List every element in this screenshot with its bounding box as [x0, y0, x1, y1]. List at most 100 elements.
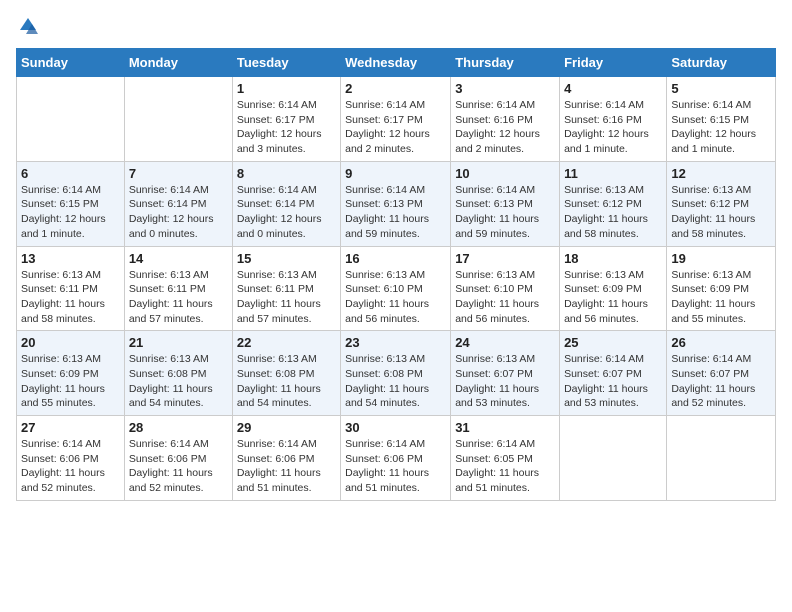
- day-info: Sunrise: 6:13 AM Sunset: 6:09 PM Dayligh…: [564, 268, 662, 327]
- calendar-cell: 28Sunrise: 6:14 AM Sunset: 6:06 PM Dayli…: [124, 416, 232, 501]
- calendar-cell: 27Sunrise: 6:14 AM Sunset: 6:06 PM Dayli…: [17, 416, 125, 501]
- day-number: 22: [237, 335, 336, 350]
- day-number: 24: [455, 335, 555, 350]
- day-number: 4: [564, 81, 662, 96]
- day-info: Sunrise: 6:13 AM Sunset: 6:08 PM Dayligh…: [237, 352, 336, 411]
- calendar-cell: 11 Sunrise: 6:13 AM Sunset: 6:12 PM Dayli…: [560, 161, 667, 246]
- day-info: Sunrise: 6:14 AM Sunset: 6:17 PM Dayligh…: [345, 98, 446, 157]
- day-number: 13: [21, 251, 120, 266]
- day-number: 31: [455, 420, 555, 435]
- day-number: 11: [564, 166, 662, 181]
- day-of-week-header: Monday: [124, 49, 232, 77]
- calendar-cell: 3 Sunrise: 6:14 AM Sunset: 6:16 PM Daylig…: [451, 77, 560, 162]
- day-number: 17: [455, 251, 555, 266]
- day-number: 25: [564, 335, 662, 350]
- day-info: Sunrise: 6:13 AM Sunset: 6:08 PM Dayligh…: [345, 352, 446, 411]
- day-info: Sunrise: 6:14 AM Sunset: 6:06 PM Dayligh…: [345, 437, 446, 496]
- day-number: 2: [345, 81, 446, 96]
- day-of-week-header: Tuesday: [232, 49, 340, 77]
- day-info: Sunrise: 6:14 AM Sunset: 6:14 PM Dayligh…: [129, 183, 228, 242]
- logo-icon: [18, 16, 38, 36]
- day-number: 15: [237, 251, 336, 266]
- day-number: 18: [564, 251, 662, 266]
- day-info: Sunrise: 6:14 AM Sunset: 6:17 PM Dayligh…: [237, 98, 336, 157]
- calendar-cell: 9 Sunrise: 6:14 AM Sunset: 6:13 PM Daylig…: [341, 161, 451, 246]
- day-info: Sunrise: 6:14 AM Sunset: 6:13 PM Dayligh…: [345, 183, 446, 242]
- calendar-cell: 15 Sunrise: 6:13 AM Sunset: 6:11 PM Dayli…: [232, 246, 340, 331]
- day-number: 12: [671, 166, 771, 181]
- day-info: Sunrise: 6:13 AM Sunset: 6:11 PM Dayligh…: [21, 268, 120, 327]
- day-info: Sunrise: 6:14 AM Sunset: 6:05 PM Dayligh…: [455, 437, 555, 496]
- day-of-week-header: Sunday: [17, 49, 125, 77]
- day-number: 20: [21, 335, 120, 350]
- calendar-week-row: 13 Sunrise: 6:13 AM Sunset: 6:11 PM Dayli…: [17, 246, 776, 331]
- day-number: 26: [671, 335, 771, 350]
- day-info: Sunrise: 6:13 AM Sunset: 6:12 PM Dayligh…: [671, 183, 771, 242]
- calendar-cell: 4 Sunrise: 6:14 AM Sunset: 6:16 PM Daylig…: [560, 77, 667, 162]
- calendar-cell: 22 Sunrise: 6:13 AM Sunset: 6:08 PM Dayli…: [232, 331, 340, 416]
- day-info: Sunrise: 6:13 AM Sunset: 6:11 PM Dayligh…: [237, 268, 336, 327]
- day-info: Sunrise: 6:14 AM Sunset: 6:16 PM Dayligh…: [455, 98, 555, 157]
- day-number: 10: [455, 166, 555, 181]
- calendar-cell: 2 Sunrise: 6:14 AM Sunset: 6:17 PM Daylig…: [341, 77, 451, 162]
- calendar-table: SundayMondayTuesdayWednesdayThursdayFrid…: [16, 48, 776, 501]
- day-number: 29: [237, 420, 336, 435]
- day-number: 8: [237, 166, 336, 181]
- day-info: Sunrise: 6:13 AM Sunset: 6:10 PM Dayligh…: [345, 268, 446, 327]
- calendar-week-row: 27Sunrise: 6:14 AM Sunset: 6:06 PM Dayli…: [17, 416, 776, 501]
- calendar-cell: 24 Sunrise: 6:13 AM Sunset: 6:07 PM Dayli…: [451, 331, 560, 416]
- day-number: 1: [237, 81, 336, 96]
- calendar-cell: 31 Sunrise: 6:14 AM Sunset: 6:05 PM Dayli…: [451, 416, 560, 501]
- calendar-cell: [124, 77, 232, 162]
- calendar-week-row: 20 Sunrise: 6:13 AM Sunset: 6:09 PM Dayli…: [17, 331, 776, 416]
- calendar-cell: 16 Sunrise: 6:13 AM Sunset: 6:10 PM Dayli…: [341, 246, 451, 331]
- calendar-cell: 23Sunrise: 6:13 AM Sunset: 6:08 PM Dayli…: [341, 331, 451, 416]
- day-info: Sunrise: 6:13 AM Sunset: 6:10 PM Dayligh…: [455, 268, 555, 327]
- calendar-cell: 18 Sunrise: 6:13 AM Sunset: 6:09 PM Dayli…: [560, 246, 667, 331]
- day-info: Sunrise: 6:14 AM Sunset: 6:14 PM Dayligh…: [237, 183, 336, 242]
- day-number: 19: [671, 251, 771, 266]
- calendar-cell: 12 Sunrise: 6:13 AM Sunset: 6:12 PM Dayli…: [667, 161, 776, 246]
- day-info: Sunrise: 6:13 AM Sunset: 6:09 PM Dayligh…: [21, 352, 120, 411]
- day-info: Sunrise: 6:13 AM Sunset: 6:09 PM Dayligh…: [671, 268, 771, 327]
- calendar-cell: 29 Sunrise: 6:14 AM Sunset: 6:06 PM Dayli…: [232, 416, 340, 501]
- day-info: Sunrise: 6:14 AM Sunset: 6:15 PM Dayligh…: [671, 98, 771, 157]
- calendar-header-row: SundayMondayTuesdayWednesdayThursdayFrid…: [17, 49, 776, 77]
- calendar-week-row: 6 Sunrise: 6:14 AM Sunset: 6:15 PM Daylig…: [17, 161, 776, 246]
- day-number: 9: [345, 166, 446, 181]
- day-info: Sunrise: 6:13 AM Sunset: 6:07 PM Dayligh…: [455, 352, 555, 411]
- day-number: 14: [129, 251, 228, 266]
- day-of-week-header: Friday: [560, 49, 667, 77]
- calendar-cell: [17, 77, 125, 162]
- calendar-cell: 21 Sunrise: 6:13 AM Sunset: 6:08 PM Dayli…: [124, 331, 232, 416]
- day-info: Sunrise: 6:14 AM Sunset: 6:07 PM Dayligh…: [671, 352, 771, 411]
- day-info: Sunrise: 6:14 AM Sunset: 6:06 PM Dayligh…: [237, 437, 336, 496]
- calendar-week-row: 1 Sunrise: 6:14 AM Sunset: 6:17 PM Daylig…: [17, 77, 776, 162]
- calendar-cell: 14Sunrise: 6:13 AM Sunset: 6:11 PM Dayli…: [124, 246, 232, 331]
- day-of-week-header: Saturday: [667, 49, 776, 77]
- day-number: 5: [671, 81, 771, 96]
- calendar-cell: 7Sunrise: 6:14 AM Sunset: 6:14 PM Daylig…: [124, 161, 232, 246]
- day-number: 21: [129, 335, 228, 350]
- logo: [16, 16, 38, 36]
- day-of-week-header: Wednesday: [341, 49, 451, 77]
- calendar-cell: 30Sunrise: 6:14 AM Sunset: 6:06 PM Dayli…: [341, 416, 451, 501]
- day-info: Sunrise: 6:14 AM Sunset: 6:06 PM Dayligh…: [21, 437, 120, 496]
- calendar-cell: 20 Sunrise: 6:13 AM Sunset: 6:09 PM Dayli…: [17, 331, 125, 416]
- calendar-cell: 13 Sunrise: 6:13 AM Sunset: 6:11 PM Dayli…: [17, 246, 125, 331]
- day-info: Sunrise: 6:14 AM Sunset: 6:16 PM Dayligh…: [564, 98, 662, 157]
- day-number: 6: [21, 166, 120, 181]
- calendar-cell: 17 Sunrise: 6:13 AM Sunset: 6:10 PM Dayli…: [451, 246, 560, 331]
- calendar-cell: 8 Sunrise: 6:14 AM Sunset: 6:14 PM Daylig…: [232, 161, 340, 246]
- day-info: Sunrise: 6:13 AM Sunset: 6:08 PM Dayligh…: [129, 352, 228, 411]
- day-info: Sunrise: 6:13 AM Sunset: 6:12 PM Dayligh…: [564, 183, 662, 242]
- day-number: 16: [345, 251, 446, 266]
- calendar-cell: 6 Sunrise: 6:14 AM Sunset: 6:15 PM Daylig…: [17, 161, 125, 246]
- calendar-cell: 10 Sunrise: 6:14 AM Sunset: 6:13 PM Dayli…: [451, 161, 560, 246]
- day-info: Sunrise: 6:14 AM Sunset: 6:13 PM Dayligh…: [455, 183, 555, 242]
- day-info: Sunrise: 6:14 AM Sunset: 6:15 PM Dayligh…: [21, 183, 120, 242]
- day-number: 3: [455, 81, 555, 96]
- day-number: 28: [129, 420, 228, 435]
- calendar-cell: [560, 416, 667, 501]
- calendar-cell: 1 Sunrise: 6:14 AM Sunset: 6:17 PM Daylig…: [232, 77, 340, 162]
